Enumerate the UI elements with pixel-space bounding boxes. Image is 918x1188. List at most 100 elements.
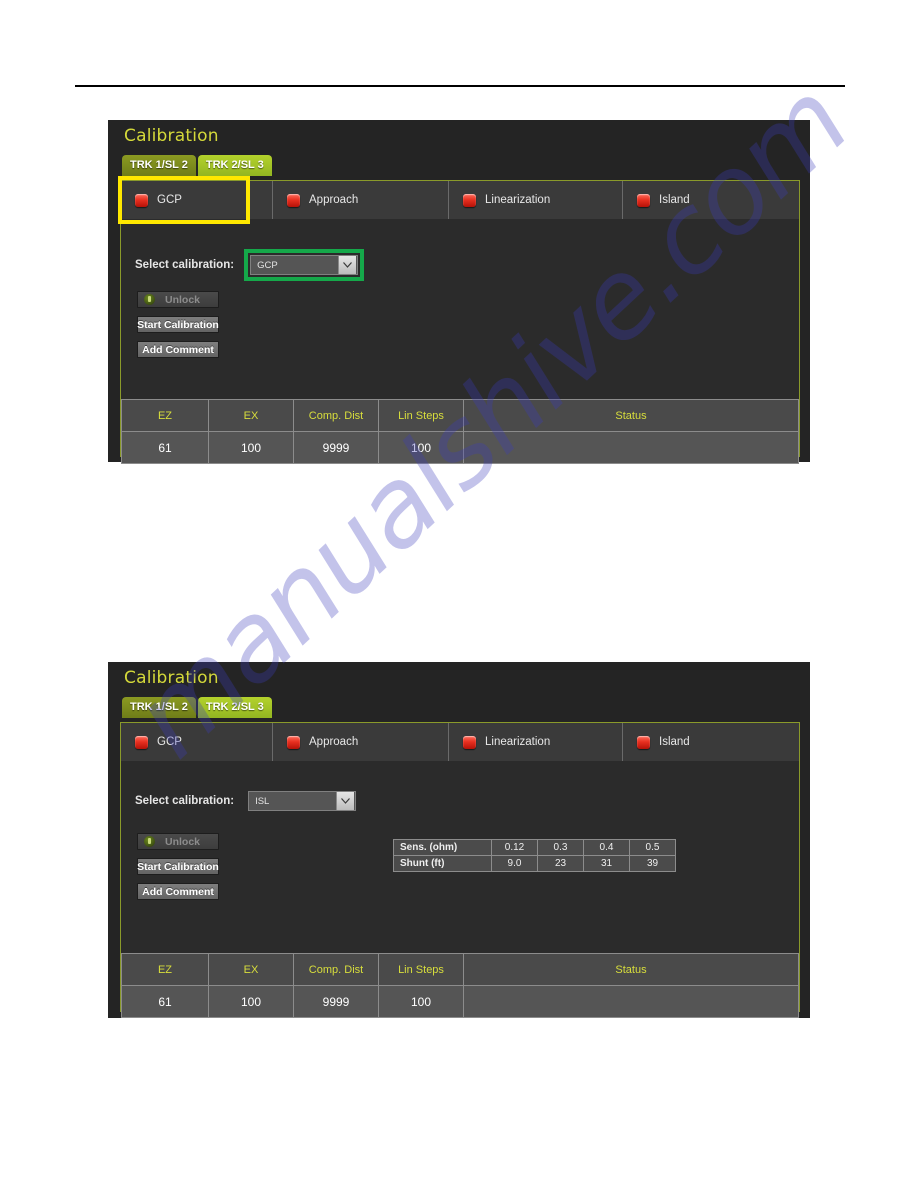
status-table-header-row: EZ EX Comp. Dist Lin Steps Status — [121, 399, 799, 432]
calibration-body-1: Select calibration: GCP Unlock Start Cal… — [121, 219, 799, 399]
status-header-status: Status — [463, 399, 799, 432]
add-comment-button[interactable]: Add Comment — [137, 883, 219, 900]
status-value-ex: 100 — [208, 431, 294, 464]
status-value-comp-dist: 9999 — [293, 431, 379, 464]
sens-value: 0.5 — [629, 839, 676, 856]
sensitivity-shunt-table: Sens. (ohm) 0.12 0.3 0.4 0.5 Shunt (ft) … — [393, 839, 676, 872]
status-value-comp-dist: 9999 — [293, 985, 379, 1018]
shunt-value: 31 — [583, 855, 630, 872]
status-header-ez: EZ — [121, 399, 209, 432]
table-row: Sens. (ohm) 0.12 0.3 0.4 0.5 — [393, 839, 676, 856]
status-header-lin-steps: Lin Steps — [378, 953, 464, 986]
select-calibration-value: GCP — [257, 259, 278, 271]
panel-title: Calibration — [124, 126, 219, 146]
status-table-2: EZ EX Comp. Dist Lin Steps Status 61 100… — [121, 953, 799, 1018]
track-tab-trk1sl2[interactable]: TRK 1/SL 2 — [122, 697, 196, 718]
cal-tab-label: GCP — [157, 736, 182, 748]
track-tab-trk2sl3[interactable]: TRK 2/SL 3 — [197, 697, 272, 718]
table-row: Shunt (ft) 9.0 23 31 39 — [393, 855, 676, 872]
shunt-row-header: Shunt (ft) — [393, 855, 492, 872]
status-value-status — [463, 985, 799, 1018]
shunt-value: 9.0 — [491, 855, 538, 872]
panel-title: Calibration — [124, 668, 219, 688]
sens-value: 0.12 — [491, 839, 538, 856]
red-led-icon — [135, 193, 148, 207]
cal-tab-gcp[interactable]: GCP — [121, 181, 273, 219]
select-calibration-dropdown[interactable]: ISL — [248, 791, 357, 811]
track-tab-trk2sl3[interactable]: TRK 2/SL 3 — [197, 155, 272, 176]
page-header-rule — [75, 85, 845, 87]
cal-tab-label: Linearization — [485, 194, 551, 206]
cal-tab-label: Island — [659, 736, 690, 748]
red-led-icon — [637, 735, 650, 749]
start-calibration-button[interactable]: Start Calibration — [137, 858, 219, 875]
status-value-ez: 61 — [121, 985, 209, 1018]
sens-value: 0.4 — [583, 839, 630, 856]
unlock-button[interactable]: Unlock — [137, 833, 219, 850]
track-tab-group: TRK 1/SL 2 TRK 2/SL 3 — [122, 155, 272, 176]
cal-tab-linearization[interactable]: Linearization — [449, 181, 623, 219]
status-value-ex: 100 — [208, 985, 294, 1018]
status-header-ex: EX — [208, 399, 294, 432]
add-comment-button[interactable]: Add Comment — [137, 341, 219, 358]
cal-tab-label: Island — [659, 194, 690, 206]
status-header-ez: EZ — [121, 953, 209, 986]
calibration-frame-1: GCP Approach Linearization Island Select… — [120, 180, 800, 464]
select-calibration-row: Select calibration: GCP — [135, 249, 365, 281]
status-value-ez: 61 — [121, 431, 209, 464]
lock-icon — [144, 836, 155, 847]
calibration-body-2: Select calibration: ISL Sens. (ohm) 0.12… — [121, 761, 799, 953]
status-value-lin-steps: 100 — [378, 431, 464, 464]
cal-tab-approach[interactable]: Approach — [273, 181, 449, 219]
lock-icon — [144, 294, 155, 305]
status-header-comp-dist: Comp. Dist — [293, 953, 379, 986]
status-table-header-row: EZ EX Comp. Dist Lin Steps Status — [121, 953, 799, 986]
shunt-value: 39 — [629, 855, 676, 872]
red-led-icon — [463, 735, 476, 749]
calibration-tab-group-1: GCP Approach Linearization Island — [121, 181, 799, 219]
status-header-status: Status — [463, 953, 799, 986]
red-led-icon — [287, 193, 300, 207]
red-led-icon — [637, 193, 650, 207]
select-calibration-row: Select calibration: ISL — [135, 791, 357, 811]
unlock-button-label: Unlock — [165, 293, 201, 306]
cal-tab-label: Approach — [309, 194, 359, 206]
table-row: 61 100 9999 100 — [121, 431, 799, 464]
track-tab-trk1sl2[interactable]: TRK 1/SL 2 — [122, 155, 196, 176]
cal-tab-linearization[interactable]: Linearization — [449, 723, 623, 761]
cal-tab-island[interactable]: Island — [623, 723, 799, 761]
select-calibration-label: Select calibration: — [135, 795, 235, 807]
chevron-down-icon[interactable] — [338, 256, 357, 274]
status-header-lin-steps: Lin Steps — [378, 399, 464, 432]
select-calibration-highlight: GCP — [244, 249, 365, 281]
chevron-down-icon[interactable] — [336, 792, 355, 810]
red-led-icon — [463, 193, 476, 207]
unlock-button[interactable]: Unlock — [137, 291, 219, 308]
status-header-ex: EX — [208, 953, 294, 986]
select-calibration-label: Select calibration: — [135, 259, 235, 271]
unlock-button-label: Unlock — [165, 835, 201, 848]
cal-tab-label: Approach — [309, 736, 359, 748]
calibration-tab-group-2: GCP Approach Linearization Island — [121, 723, 799, 761]
sens-value: 0.3 — [537, 839, 584, 856]
table-row: 61 100 9999 100 — [121, 985, 799, 1018]
action-button-group-2: Unlock Start Calibration Add Comment — [137, 833, 219, 908]
cal-tab-approach[interactable]: Approach — [273, 723, 449, 761]
status-table-1: EZ EX Comp. Dist Lin Steps Status 61 100… — [121, 399, 799, 464]
cal-tab-gcp[interactable]: GCP — [121, 723, 273, 761]
sens-row-header: Sens. (ohm) — [393, 839, 492, 856]
select-calibration-wrap: ISL — [248, 791, 357, 811]
status-header-comp-dist: Comp. Dist — [293, 399, 379, 432]
status-value-lin-steps: 100 — [378, 985, 464, 1018]
red-led-icon — [287, 735, 300, 749]
cal-tab-label: Linearization — [485, 736, 551, 748]
cal-tab-island[interactable]: Island — [623, 181, 799, 219]
select-calibration-value: ISL — [255, 795, 270, 807]
track-tab-group: TRK 1/SL 2 TRK 2/SL 3 — [122, 697, 272, 718]
cal-tab-label: GCP — [157, 194, 182, 206]
select-calibration-dropdown[interactable]: GCP — [250, 255, 359, 275]
start-calibration-button[interactable]: Start Calibration — [137, 316, 219, 333]
shunt-value: 23 — [537, 855, 584, 872]
red-led-icon — [135, 735, 148, 749]
calibration-frame-2: GCP Approach Linearization Island Select… — [120, 722, 800, 1018]
